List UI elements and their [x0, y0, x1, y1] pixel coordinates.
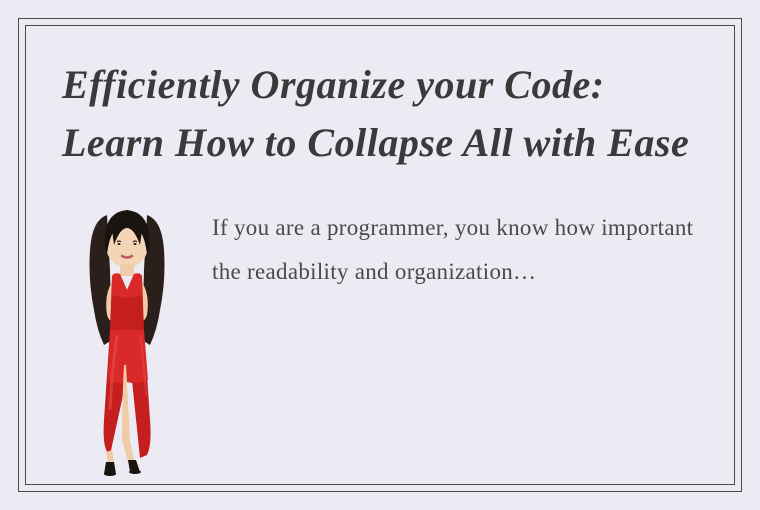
article-title: Efficiently Organize your Code: Learn Ho… [62, 56, 698, 172]
content-row: If you are a programmer, you know how im… [62, 200, 698, 480]
inner-border: Efficiently Organize your Code: Learn Ho… [25, 25, 735, 485]
article-excerpt: If you are a programmer, you know how im… [212, 200, 698, 293]
woman-red-dress-illustration [62, 200, 192, 480]
outer-border: Efficiently Organize your Code: Learn Ho… [18, 18, 742, 492]
